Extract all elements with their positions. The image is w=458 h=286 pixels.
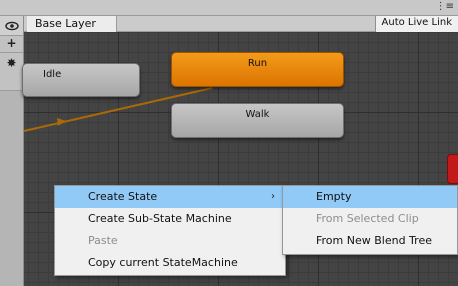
submenu-item-label: Empty — [316, 190, 352, 203]
state-node-offscreen[interactable] — [447, 154, 458, 184]
state-label-walk: Walk — [245, 109, 270, 120]
context-menu: Create State › Create Sub-State Machine … — [54, 185, 286, 276]
submenu-item-from-selected-clip: From Selected Clip — [283, 208, 457, 230]
menu-item-copy-current-statemachine[interactable]: Copy current StateMachine — [55, 252, 285, 274]
state-label-idle: Idle — [43, 69, 62, 80]
layer-breadcrumb-bar: Base Layer Auto Live Link — [24, 16, 458, 32]
submenu-item-from-new-blend-tree[interactable]: From New Blend Tree — [283, 230, 457, 252]
menu-item-paste: Paste — [55, 230, 285, 252]
state-label-run: Run — [247, 58, 268, 69]
menu-item-label: Create Sub-State Machine — [88, 212, 232, 225]
state-node-run[interactable]: Run — [171, 52, 344, 87]
menu-item-label: Create State — [88, 190, 158, 203]
menu-item-label: Paste — [88, 234, 118, 247]
state-node-idle[interactable]: Idle — [22, 63, 140, 97]
auto-live-link-button[interactable]: Auto Live Link — [374, 16, 458, 32]
submenu-item-empty[interactable]: Empty — [283, 186, 457, 208]
state-node-walk[interactable]: Walk — [171, 103, 344, 138]
create-state-submenu: Empty From Selected Clip From New Blend … — [282, 185, 458, 255]
breadcrumb-base-layer[interactable]: Base Layer — [27, 16, 117, 32]
submenu-item-label: From Selected Clip — [316, 212, 419, 225]
menu-item-create-sub-state-machine[interactable]: Create Sub-State Machine — [55, 208, 285, 230]
menu-item-create-state[interactable]: Create State › — [55, 186, 285, 208]
menu-item-label: Copy current StateMachine — [88, 256, 238, 269]
submenu-arrow-icon: › — [271, 191, 275, 202]
submenu-item-label: From New Blend Tree — [316, 234, 432, 247]
